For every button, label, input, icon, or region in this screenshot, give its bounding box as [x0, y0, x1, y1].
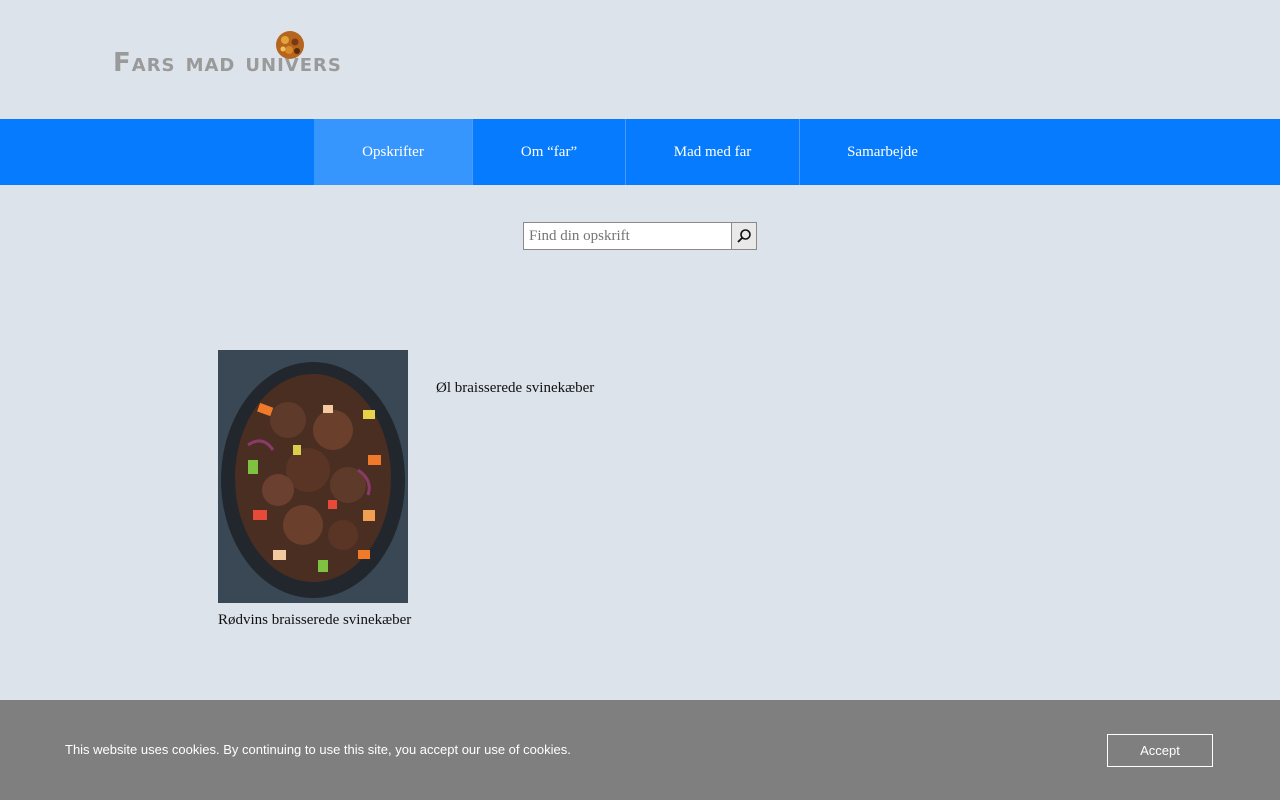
- logo-globe-icon: [276, 31, 304, 59]
- nav-item-mad-med-far[interactable]: Mad med far: [626, 119, 800, 185]
- braised-pork-cheeks-photo: [218, 350, 408, 603]
- logo-text: Fars mad univers: [113, 48, 342, 78]
- recipe-image[interactable]: [218, 350, 408, 603]
- cookie-banner: This website uses cookies. By continuing…: [0, 700, 1280, 800]
- cookie-text: This website uses cookies. By continuing…: [65, 742, 571, 757]
- nav-item-samarbejde[interactable]: Samarbejde: [800, 119, 965, 185]
- recipe-title-roedvins[interactable]: Rødvins braisserede svinekæber: [218, 612, 411, 629]
- nav-item-opskrifter[interactable]: Opskrifter: [314, 119, 473, 185]
- search-input[interactable]: [523, 222, 731, 250]
- recipe-title-oel[interactable]: Øl braisserede svinekæber: [436, 380, 594, 397]
- search-icon: [737, 229, 751, 243]
- cookie-accept-button[interactable]: Accept: [1107, 734, 1213, 767]
- main-nav: Opskrifter Om “far” Mad med far Samarbej…: [0, 119, 1280, 185]
- search-form: [523, 222, 757, 250]
- site-header: Fars mad univers: [0, 0, 1280, 119]
- site-logo[interactable]: Fars mad univers: [113, 30, 363, 82]
- nav-item-om-far[interactable]: Om “far”: [473, 119, 626, 185]
- search-button[interactable]: [731, 222, 757, 250]
